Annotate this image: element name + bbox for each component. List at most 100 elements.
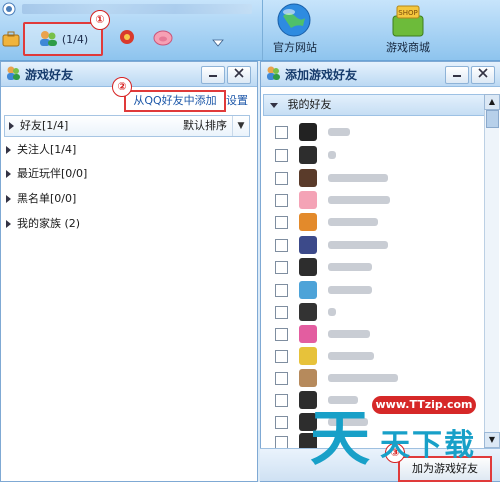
select-checkbox[interactable] — [275, 328, 288, 341]
avatar — [299, 369, 317, 387]
select-checkbox[interactable] — [275, 261, 288, 274]
friend-row[interactable] — [272, 368, 482, 388]
avatar — [299, 213, 317, 231]
blurred-name — [328, 374, 398, 382]
select-checkbox[interactable] — [275, 284, 288, 297]
app-logo-icon — [2, 2, 16, 16]
group-blacklist[interactable]: 黑名单[0/0] — [6, 189, 246, 209]
globe-icon — [275, 2, 313, 41]
blurred-name — [328, 241, 388, 249]
qq-penguin-icon — [299, 123, 317, 141]
select-checkbox[interactable] — [275, 172, 288, 185]
group-label: 我的家族 (2) — [17, 217, 81, 230]
watermark-url: www.TTzip.com — [372, 396, 476, 414]
group-recent-players[interactable]: 最近玩伴[0/0] — [6, 164, 246, 184]
blurred-title — [22, 4, 252, 14]
avatar — [299, 325, 317, 343]
blurred-name — [328, 352, 374, 360]
panel-title: 添加游戏好友 — [285, 67, 358, 82]
blurred-name — [328, 174, 388, 182]
select-checkbox[interactable] — [275, 372, 288, 385]
sort-dropdown-icon[interactable]: ▼ — [232, 116, 249, 136]
blurred-name — [328, 308, 336, 316]
expand-arrow-icon — [6, 146, 11, 154]
friend-row[interactable] — [272, 302, 482, 322]
watermark-text: 天下载 — [380, 428, 476, 463]
group-my-clan[interactable]: 我的家族 (2) — [6, 214, 246, 234]
blurred-name — [328, 196, 390, 204]
select-checkbox[interactable] — [275, 306, 288, 319]
qq-penguin-icon — [299, 146, 317, 164]
shop-icon: SHOP — [389, 2, 427, 41]
select-checkbox[interactable] — [275, 394, 288, 407]
game-shop-tile[interactable]: SHOP 游戏商城 — [353, 0, 463, 60]
callout-1: ① — [90, 10, 110, 30]
friend-row[interactable] — [272, 145, 482, 165]
panel-title: 游戏好友 — [25, 67, 74, 82]
avatar — [299, 236, 317, 254]
blurred-name — [328, 218, 378, 226]
friends-icon — [38, 29, 58, 50]
friend-row[interactable] — [272, 324, 482, 344]
avatar — [299, 169, 317, 187]
group-following[interactable]: 关注人[1/4] — [6, 140, 246, 160]
friends-header-icon — [5, 65, 21, 84]
scroll-thumb[interactable] — [486, 110, 499, 128]
avatar — [299, 347, 317, 365]
friend-row[interactable] — [272, 168, 482, 188]
panda-avatar — [299, 303, 317, 321]
group-label: 最近玩伴[0/0] — [17, 167, 88, 180]
friend-row[interactable] — [272, 257, 482, 277]
select-checkbox[interactable] — [275, 149, 288, 162]
group-friends[interactable]: 好友[1/4] 默认排序 ▼ — [4, 115, 250, 137]
shop-icon-tag: SHOP — [398, 9, 417, 17]
group-label: 好友[1/4] — [20, 119, 69, 132]
pig-game-icon[interactable] — [152, 28, 174, 46]
expand-arrow-icon — [6, 170, 11, 178]
select-checkbox[interactable] — [275, 126, 288, 139]
blurred-name — [328, 286, 372, 294]
friend-count: (1/4) — [61, 32, 89, 46]
friend-row[interactable] — [272, 346, 482, 366]
red-game-icon[interactable] — [117, 28, 137, 46]
close-button[interactable] — [471, 66, 495, 84]
settings-link[interactable]: 设置 — [226, 92, 248, 108]
expand-arrow-icon — [6, 195, 11, 203]
friend-row[interactable] — [272, 190, 482, 210]
minimize-button[interactable] — [445, 66, 469, 84]
select-checkbox[interactable] — [275, 239, 288, 252]
callout-2: ② — [112, 77, 132, 97]
close-button[interactable] — [227, 66, 251, 84]
scroll-down-icon[interactable]: ▼ — [484, 432, 500, 448]
friend-row[interactable] — [272, 122, 482, 142]
avatar — [299, 281, 317, 299]
friend-row[interactable] — [272, 235, 482, 255]
select-checkbox[interactable] — [275, 350, 288, 363]
official-site-label: 官方网站 — [273, 41, 317, 54]
select-checkbox[interactable] — [275, 216, 288, 229]
chevron-down-icon[interactable] — [212, 37, 224, 47]
sort-select[interactable]: 默认排序 — [183, 116, 227, 136]
minimize-button[interactable] — [201, 66, 225, 84]
right-panel-header: 添加游戏好友 — [261, 62, 500, 87]
official-site-tile[interactable]: 官方网站 — [240, 0, 350, 60]
expand-arrow-icon — [9, 122, 14, 130]
friend-list-scrollbar[interactable] — [484, 94, 499, 446]
group-label: 我的好友 — [287, 98, 332, 111]
watermark-glyph: 天 — [310, 404, 370, 474]
select-checkbox[interactable] — [275, 416, 288, 429]
friend-row[interactable] — [272, 212, 482, 232]
pig-avatar — [299, 191, 317, 209]
group-label: 黑名单[0/0] — [17, 192, 77, 205]
expand-arrow-icon — [6, 220, 11, 228]
add-from-qq-link[interactable]: 从QQ好友中添加 — [124, 90, 226, 112]
group-label: 关注人[1/4] — [17, 143, 77, 156]
toolbox-icon[interactable] — [2, 30, 20, 48]
scroll-up-icon[interactable]: ▲ — [484, 94, 500, 110]
qq-penguin-icon — [299, 258, 317, 276]
select-checkbox[interactable] — [275, 194, 288, 207]
add-friend-header-icon — [265, 65, 281, 84]
game-friends-button[interactable]: (1/4) — [23, 22, 103, 56]
friend-row[interactable] — [272, 280, 482, 300]
my-friends-group-header[interactable]: 我的好友 — [263, 94, 485, 116]
